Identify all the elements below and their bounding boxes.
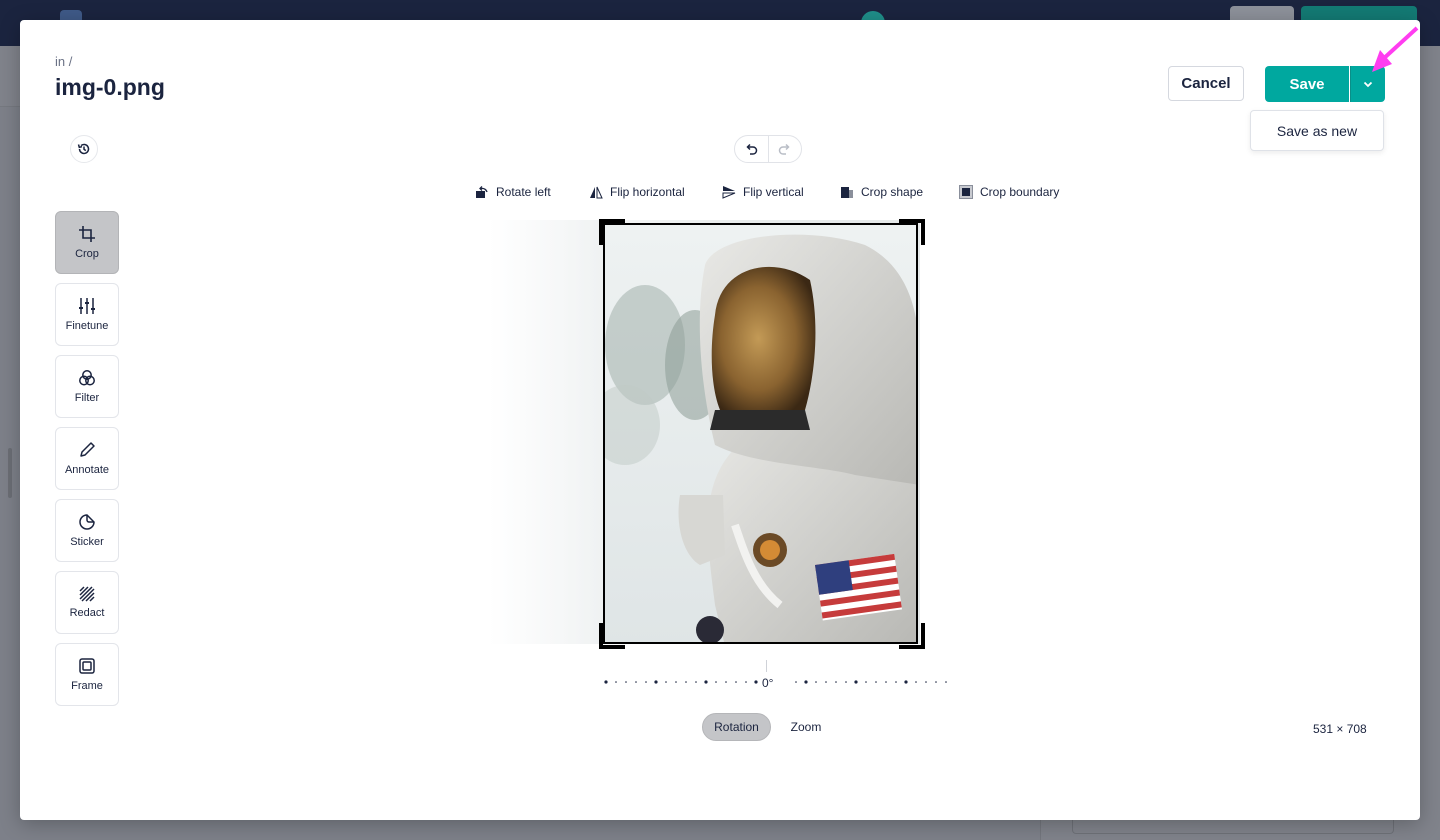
redo-icon — [779, 143, 790, 155]
dial-tick — [625, 681, 627, 683]
sliders-icon — [79, 298, 95, 314]
breadcrumb[interactable]: in / — [55, 54, 72, 69]
image-dimensions: 531 × 708 — [1313, 722, 1367, 736]
flip-vertical-label: Flip vertical — [743, 185, 804, 199]
tool-label: Annotate — [64, 464, 110, 476]
tool-redact[interactable]: Redact — [55, 571, 119, 634]
dial-tick — [604, 680, 608, 684]
dial-tick — [735, 681, 737, 683]
dial-tick — [815, 681, 817, 683]
flip-horizontal-icon — [590, 186, 603, 199]
dial-tick — [915, 681, 917, 683]
tool-label: Redact — [69, 607, 105, 619]
dial-tick — [875, 681, 877, 683]
crop-icon — [79, 226, 95, 242]
crop-shape-label: Crop shape — [861, 185, 924, 199]
flag-patch — [815, 553, 903, 621]
history-button[interactable] — [70, 135, 98, 163]
tool-label: Sticker — [70, 536, 104, 548]
redo-button[interactable] — [769, 136, 802, 162]
dial-tick — [935, 681, 937, 683]
dial-tick — [825, 681, 827, 683]
dial-tick — [845, 681, 847, 683]
tool-sticker[interactable]: Sticker — [55, 499, 119, 562]
dial-tick — [695, 681, 697, 683]
rotation-dial[interactable]: 0° — [586, 660, 950, 690]
save-as-new-menu-item[interactable]: Save as new — [1250, 110, 1384, 151]
flip-horizontal-button[interactable]: Flip horizontal — [589, 182, 685, 202]
flip-vertical-button[interactable]: Flip vertical — [722, 182, 804, 202]
tool-label: Filter — [74, 392, 100, 404]
dial-tick — [645, 681, 647, 683]
crop-boundary-label: Crop boundary — [980, 185, 1060, 199]
crop-shape-icon — [841, 187, 853, 198]
flip-vertical-icon — [722, 186, 736, 199]
tool-crop[interactable]: Crop — [55, 211, 119, 274]
dial-tick — [615, 681, 617, 683]
dial-tick — [675, 681, 677, 683]
frame-icon — [79, 658, 95, 674]
crop-handle-bottom-left[interactable] — [599, 623, 625, 649]
tool-finetune[interactable]: Finetune — [55, 283, 119, 346]
dial-tick — [854, 680, 858, 684]
tab-zoom[interactable]: Zoom — [776, 713, 836, 741]
undo-redo-group — [734, 135, 802, 163]
crop-handle-top-right[interactable] — [899, 219, 925, 245]
dial-tick — [885, 681, 887, 683]
crop-area[interactable] — [603, 223, 918, 644]
pencil-icon — [80, 442, 95, 457]
tool-label: Frame — [71, 680, 103, 692]
dial-tick — [865, 681, 867, 683]
filter-circles-icon — [79, 370, 95, 386]
dial-tick — [704, 680, 708, 684]
dial-tick — [745, 681, 747, 683]
crop-handle-top-left[interactable] — [599, 219, 625, 245]
dial-tick — [685, 681, 687, 683]
dial-tick — [795, 681, 797, 683]
rotate-left-icon — [476, 186, 488, 198]
dial-tick — [654, 680, 658, 684]
tool-label: Finetune — [65, 320, 109, 332]
astronaut-image — [605, 225, 916, 642]
dial-tick — [895, 681, 897, 683]
undo-icon — [746, 143, 757, 155]
tool-annotate[interactable]: Annotate — [55, 427, 119, 490]
crop-shape-button[interactable]: Crop shape — [840, 182, 923, 202]
dial-tick — [904, 680, 908, 684]
tool-label: Crop — [75, 248, 99, 260]
annotation-arrow-icon — [1372, 26, 1419, 72]
undo-button[interactable] — [735, 136, 769, 162]
crop-boundary-button[interactable]: Crop boundary — [959, 182, 1059, 202]
image-editor-modal: in / img-0.png Cancel Save Save as new C… — [20, 20, 1420, 820]
rotation-value: 0° — [762, 676, 774, 690]
crop-handle-bottom-right[interactable] — [899, 623, 925, 649]
dial-tick — [804, 680, 808, 684]
cancel-button[interactable]: Cancel — [1168, 66, 1244, 101]
dial-tick — [835, 681, 837, 683]
tool-filter[interactable]: Filter — [55, 355, 119, 418]
tab-rotation[interactable]: Rotation — [702, 713, 771, 741]
tool-frame[interactable]: Frame — [55, 643, 119, 706]
rotate-left-label: Rotate left — [496, 185, 551, 199]
background-handle — [8, 448, 12, 498]
dial-tick — [725, 681, 727, 683]
flip-horizontal-label: Flip horizontal — [610, 185, 685, 199]
dial-tick — [665, 681, 667, 683]
dial-tick — [635, 681, 637, 683]
dial-tick — [945, 681, 947, 683]
dial-tick — [754, 680, 758, 684]
dial-tick — [925, 681, 927, 683]
sticker-icon — [79, 514, 95, 530]
chevron-down-icon — [1363, 81, 1373, 87]
dial-tick — [715, 681, 717, 683]
history-icon — [77, 143, 90, 155]
page-title: img-0.png — [55, 74, 165, 100]
crop-boundary-icon — [959, 185, 973, 199]
save-button[interactable]: Save — [1265, 66, 1349, 102]
rotate-left-button[interactable]: Rotate left — [475, 182, 551, 202]
redact-hatch-icon — [79, 586, 95, 602]
